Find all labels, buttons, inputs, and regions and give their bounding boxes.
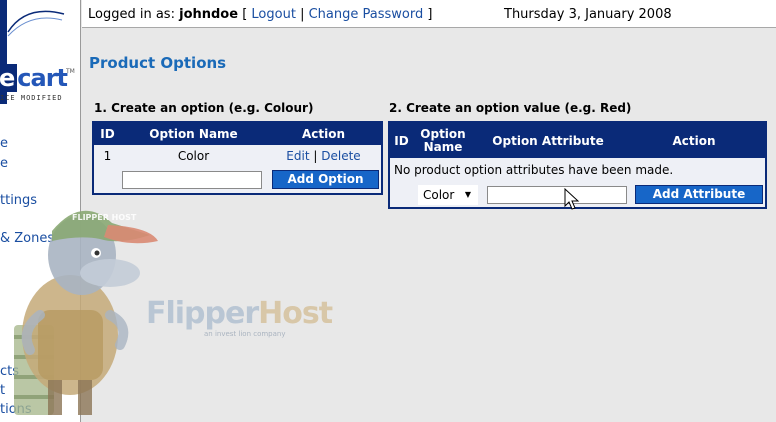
bracket-open: [ [242, 7, 248, 22]
row-id: 1 [103, 148, 112, 163]
logo-trademark: TM [66, 68, 75, 75]
empty-message-row: No product option attributes have been m… [389, 158, 766, 182]
col-option-name-line1: Option [420, 126, 466, 141]
logo-subtitle: ICE MODIFIED [0, 94, 63, 102]
username: johndoe [179, 7, 239, 22]
logo[interactable]: e cart [0, 64, 68, 92]
mouse-cursor-icon [564, 188, 580, 210]
current-date: Thursday 3, January 2008 [504, 7, 672, 22]
col-id: ID [93, 122, 121, 145]
top-header: Logged in as: johndoe [ Logout | Change … [82, 0, 776, 28]
table-row: 1 Color Edit | Delete [93, 145, 382, 168]
add-option-cell: Add Option [93, 167, 382, 194]
add-option-row: Add Option [93, 167, 382, 194]
watermark-flipper: Flipper [146, 296, 259, 331]
edit-link[interactable]: Edit [286, 149, 309, 163]
watermark-subtitle: an invest lion company [204, 330, 286, 338]
link-separator: | [300, 7, 305, 22]
col-option-name: Option Name [121, 122, 266, 145]
col-option-name-line2: Name [423, 139, 463, 154]
col-action: Action [266, 122, 382, 145]
sidebar-item-products[interactable]: cts [0, 364, 19, 379]
add-option-button[interactable]: Add Option [272, 170, 379, 190]
section2-title: 2. Create an option value (e.g. Red) [389, 101, 632, 115]
sidebar-item-settings[interactable]: ttings [0, 193, 37, 208]
col-action: Action [623, 122, 766, 158]
options-table-header: ID Option Name Action [93, 122, 382, 145]
sidebar: e cart TM ICE MODIFIED e e ttings & Zones… [0, 0, 81, 422]
logo-text-light: cart [17, 64, 68, 92]
empty-message: No product option attributes have been m… [394, 163, 674, 177]
flipperhost-watermark: FlipperHost [146, 296, 333, 331]
col-id: ID [389, 122, 413, 158]
logo-text-dark: e [0, 64, 18, 92]
sidebar-item-zones[interactable]: & Zones [0, 231, 54, 246]
page-title: Product Options [89, 54, 227, 72]
sidebar-item-options[interactable]: tions [0, 402, 32, 417]
logo-swoosh-icon [7, 10, 65, 37]
login-status: Logged in as: johndoe [ Logout | Change … [88, 7, 432, 22]
logged-in-label: Logged in as: [88, 7, 175, 22]
attributes-table-header: ID Option Name Option Attribute Action [389, 122, 766, 158]
bracket-close: ] [427, 7, 433, 22]
action-separator: | [313, 148, 318, 163]
delete-link[interactable]: Delete [321, 149, 360, 163]
add-attribute-button[interactable]: Add Attribute [635, 185, 763, 204]
sidebar-item-2[interactable]: e [0, 156, 8, 171]
section1-title: 1. Create an option (e.g. Colour) [94, 101, 314, 115]
option-select[interactable]: Color ▼ [418, 185, 478, 205]
option-select-value: Color [423, 188, 455, 202]
change-password-link[interactable]: Change Password [309, 7, 424, 22]
sidebar-item-7[interactable]: t [0, 383, 5, 398]
row-option-name: Color [177, 148, 210, 163]
options-table: ID Option Name Action 1 Color Edit | Del… [92, 121, 383, 195]
col-option-attribute: Option Attribute [473, 122, 623, 158]
col-option-name: Option Name [413, 122, 473, 158]
watermark-host: Host [258, 296, 333, 331]
attribute-input[interactable] [487, 186, 627, 204]
chevron-down-icon: ▼ [464, 190, 471, 199]
sidebar-item-1[interactable]: e [0, 136, 8, 151]
logout-link[interactable]: Logout [251, 7, 296, 22]
row-actions: Edit | Delete [266, 145, 382, 168]
cap-label: FLIPPER HOST [72, 213, 137, 222]
option-name-input[interactable] [122, 171, 262, 190]
